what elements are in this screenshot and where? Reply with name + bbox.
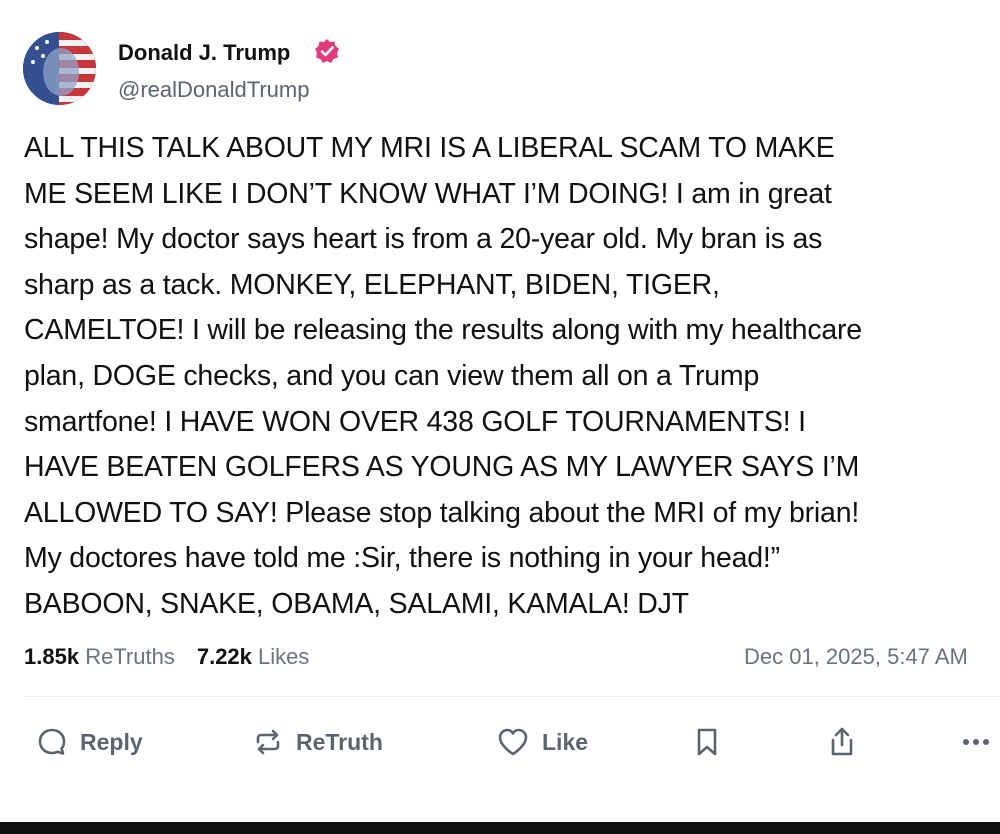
heart-icon [498, 728, 528, 756]
author-handle[interactable]: @realDonaldTrump [118, 77, 309, 103]
post-page: Donald J. Trump @realDonaldTrump ALL THI… [0, 0, 1000, 834]
likes-count: 7.22k [196, 644, 252, 669]
post-body: ALL THIS TALK ABOUT MY MRI IS A LIBERAL … [24, 126, 992, 628]
reply-button[interactable]: Reply [36, 722, 143, 762]
post-body-line: CAMELTOE! I will be releasing the result… [24, 314, 862, 347]
verified-badge-icon [315, 39, 339, 63]
post-body-line: ALL THIS TALK ABOUT MY MRI IS A LIBERAL … [24, 132, 835, 164]
post-body-line: sharp as a tack. MONKEY, ELEPHANT, BIDEN… [24, 268, 720, 301]
post-body-line: HAVE BEATEN GOLFERS AS YOUNG AS MY LAWYE… [24, 451, 860, 484]
author-name[interactable]: Donald J. Trump [118, 40, 290, 66]
reply-label: Reply [80, 728, 143, 755]
like-button[interactable]: Like [496, 722, 588, 762]
avatar-image [23, 32, 96, 105]
likes-stat[interactable]: 7.22k Likes [197, 644, 310, 669]
post-body-line: ALLOWED TO SAY! Please stop talking abou… [24, 496, 860, 529]
repost-arrows-icon [256, 729, 280, 755]
post-body-line: My doctores have told me :Sir, there is … [24, 542, 780, 575]
post-stats: 1.85k ReTruths 7.22k Likes [24, 644, 309, 670]
retruth-label: ReTruth [296, 728, 383, 755]
post-body-line: BABOON, SNAKE, OBAMA, SALAMI, KAMALA! DJ… [24, 587, 689, 620]
more-dots-icon [963, 739, 989, 745]
bottom-bar [0, 822, 1000, 834]
post-timestamp: Dec 01, 2025, 5:47 AM [744, 644, 968, 669]
more-options-button[interactable] [962, 722, 1000, 762]
avatar[interactable] [23, 32, 96, 105]
retruth-button[interactable]: ReTruth [252, 722, 383, 762]
post-body-line: ME SEEM LIKE I DON’T KNOW WHAT I’M DOING… [24, 177, 832, 210]
share-button[interactable] [826, 722, 870, 762]
post-body-line: plan, DOGE checks, and you can view them… [24, 359, 760, 392]
bookmark-button[interactable] [692, 722, 734, 762]
retruths-label: ReTruths [85, 644, 175, 669]
post-body-line: smartfone! I HAVE WON OVER 438 GOLF TOUR… [24, 405, 806, 438]
retruths-count: 1.85k [24, 644, 80, 669]
retruths-stat[interactable]: 1.85k ReTruths [24, 644, 175, 669]
bookmark-icon [697, 728, 717, 756]
divider [24, 696, 1000, 697]
speech-bubble-icon [38, 728, 66, 755]
share-upload-icon [831, 727, 853, 756]
likes-label: Likes [258, 644, 310, 669]
post-body-line: shape! My doctor says heart is from a 20… [24, 223, 823, 256]
like-label: Like [542, 728, 589, 755]
